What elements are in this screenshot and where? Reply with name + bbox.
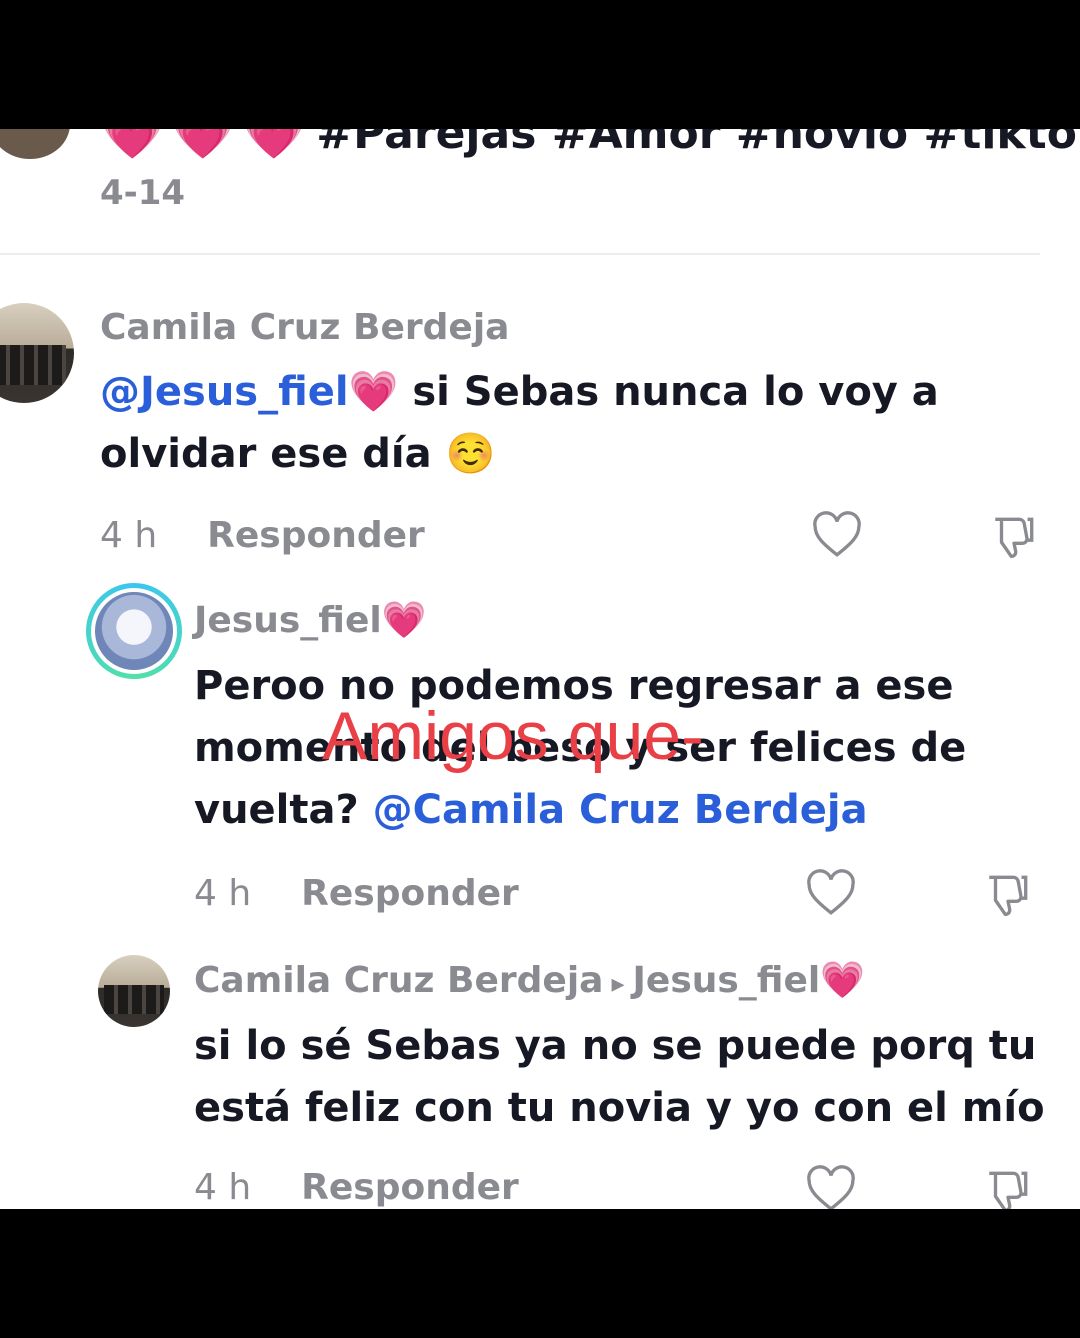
comment-author-line: Camila Cruz Berdeja ▸ Jesus_fiel💗 (194, 959, 865, 1001)
reply-arrow-icon: ▸ (611, 969, 625, 999)
comment-author[interactable]: Camila Cruz Berdeja (100, 307, 509, 348)
caption-hashtags[interactable]: #Parejas #Amor #novio #tiktok (316, 129, 1080, 159)
group-photo (103, 985, 165, 1015)
anime-avatar-image (95, 592, 173, 670)
comment-body: si lo sé Sebas ya no se puede porq tu es… (194, 1015, 1054, 1139)
comment-author[interactable]: Camila Cruz Berdeja (194, 960, 603, 1001)
caption-emojis: 💗 💗 💗 (100, 129, 306, 159)
comments-panel: 💗 💗 💗 #Parejas #Amor #novio #tiktok 4-14… (0, 129, 1080, 1209)
reply-button[interactable]: Responder (301, 873, 519, 914)
comment-meta: 4 h Responder (194, 873, 519, 914)
comment-time: 4 h (194, 873, 252, 914)
pink-heart-icon: 💗 (170, 129, 236, 163)
video-overlay-caption: Amigos que- (322, 698, 704, 774)
comment-meta: 4 h Responder (194, 1167, 519, 1208)
comment-time: 4 h (100, 515, 158, 556)
post-caption: 💗 💗 💗 #Parejas #Amor #novio #tiktok (100, 129, 1080, 159)
comment-meta: 4 h Responder (100, 515, 425, 556)
avatar-camila[interactable] (0, 303, 74, 403)
comment-body: @Jesus_fiel💗 si Sebas nunca lo voy a olv… (100, 361, 1000, 485)
post-date: 4-14 (100, 173, 186, 213)
mention-link[interactable]: @Jesus_fiel💗 (100, 369, 398, 415)
reply-to-user[interactable]: Jesus_fiel💗 (633, 960, 866, 1001)
thumbs-down-icon[interactable] (982, 1165, 1034, 1209)
heart-outline-icon[interactable] (812, 511, 862, 559)
reply-button[interactable]: Responder (301, 1167, 519, 1208)
comment-author[interactable]: Jesus_fiel💗 (194, 599, 427, 641)
group-photo (0, 345, 66, 385)
pink-heart-icon: 💗 (241, 129, 307, 163)
avatar-frame (91, 588, 177, 674)
comment-time: 4 h (194, 1167, 252, 1208)
thumbs-down-icon[interactable] (982, 869, 1034, 919)
pink-heart-icon: 💗 (100, 129, 165, 163)
avatar-jesus[interactable] (86, 583, 182, 679)
post-author-avatar[interactable] (0, 129, 70, 159)
mention-link[interactable]: @Camila Cruz Berdeja (373, 787, 868, 833)
avatar-camila[interactable] (98, 955, 170, 1027)
divider (0, 253, 1040, 255)
comment-text: si lo sé Sebas ya no se puede porq tu es… (194, 1023, 1045, 1131)
thumbs-down-icon[interactable] (988, 511, 1040, 561)
reply-button[interactable]: Responder (207, 515, 425, 556)
heart-outline-icon[interactable] (806, 1165, 856, 1209)
heart-outline-icon[interactable] (806, 869, 856, 917)
